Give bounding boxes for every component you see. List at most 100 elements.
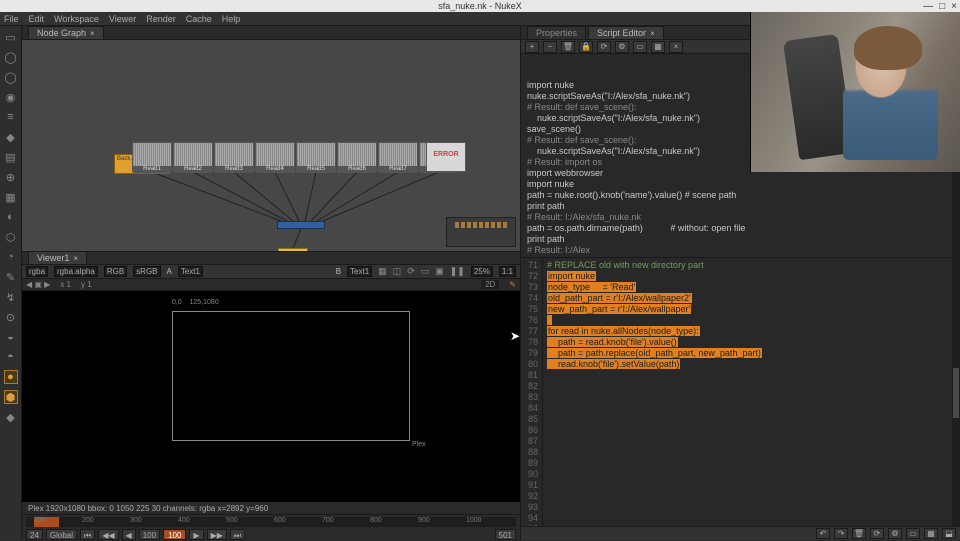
tool-icon[interactable]: ◆ <box>4 130 18 144</box>
toolbar-icon[interactable]: ▦ <box>924 528 938 539</box>
close-button[interactable]: × <box>951 1 957 12</box>
minimap[interactable] <box>446 217 516 247</box>
read-node[interactable]: Read3 <box>214 142 254 172</box>
tool-icon[interactable]: ↯ <box>4 290 18 304</box>
tab-viewer[interactable]: Viewer1× <box>28 251 87 264</box>
play-fwd-btn[interactable]: ▶ <box>189 529 203 540</box>
last-frame-btn[interactable]: ⏭ <box>230 529 245 540</box>
menu-edit[interactable]: Edit <box>29 14 45 24</box>
toolbar-icon[interactable]: 🗑 <box>852 528 866 539</box>
viewport[interactable]: 0,0 125,1080 Plex ➤ <box>22 291 520 502</box>
toolbar-icon[interactable]: ⚙ <box>615 41 629 53</box>
out-frame[interactable]: 501 <box>495 529 516 540</box>
toolbar-icon[interactable]: ⬓ <box>942 528 956 539</box>
prev-key-btn[interactable]: ◀◀ <box>98 529 118 540</box>
tool-icon[interactable]: ≡ <box>4 110 18 124</box>
view-mode[interactable]: 2D <box>481 280 499 289</box>
read-node[interactable]: Read4 <box>255 142 295 172</box>
maximize-button[interactable]: □ <box>939 1 945 12</box>
tab-nodegraph[interactable]: Node Graph× <box>28 26 104 39</box>
tool-icon[interactable]: ⬡ <box>4 230 18 244</box>
tab-properties[interactable]: Properties <box>527 26 586 39</box>
tool-icon[interactable]: ◓ <box>4 350 18 364</box>
read-node[interactable]: Read2 <box>173 142 213 172</box>
tool-icon[interactable]: ⊙ <box>4 310 18 324</box>
read-node[interactable]: Read5 <box>296 142 336 172</box>
menu-cache[interactable]: Cache <box>186 14 212 24</box>
close-icon[interactable]: × <box>650 29 655 38</box>
viewer-icon[interactable]: ▦ <box>378 266 387 277</box>
toolbar-icon[interactable]: ▭ <box>633 41 647 53</box>
write-node[interactable]: Write1 <box>278 248 308 251</box>
menu-workspace[interactable]: Workspace <box>54 14 99 24</box>
node-graph[interactable]: Back... Read1Read2Read3Read4Read5Read6Re… <box>22 40 520 251</box>
toolbar-icon[interactable]: − <box>543 41 557 53</box>
tool-icon[interactable]: ▦ <box>4 190 18 204</box>
tool-icon[interactable]: ◆ <box>4 410 18 424</box>
script-editor[interactable]: 7172737475767778798081828384858687888990… <box>521 258 960 526</box>
read-node-error[interactable]: ERROR <box>426 142 466 172</box>
toolbar-icon[interactable]: ⚙ <box>888 528 902 539</box>
tool-icon[interactable]: ✎ <box>4 270 18 284</box>
contact-sheet-node[interactable] <box>277 221 325 229</box>
fps-field[interactable]: 24 <box>26 529 43 540</box>
colorspace-select[interactable]: RGB <box>104 266 127 277</box>
toolbar-icon[interactable]: ⟳ <box>597 41 611 53</box>
tool-icon[interactable]: ◐ <box>4 210 18 224</box>
menu-render[interactable]: Render <box>146 14 176 24</box>
b-input[interactable]: Text1 <box>347 266 372 277</box>
tool-icon[interactable]: ▤ <box>4 150 18 164</box>
toolbar-icon[interactable]: ↶ <box>816 528 830 539</box>
close-icon[interactable]: × <box>90 29 95 38</box>
close-icon[interactable]: × <box>73 254 78 263</box>
menu-file[interactable]: File <box>4 14 19 24</box>
toolbar-icon[interactable]: × <box>669 41 683 53</box>
menu-help[interactable]: Help <box>222 14 241 24</box>
pencil-icon[interactable]: ✎ <box>509 280 516 289</box>
output-line: # Result: I:/Alex/sfa_nuke.nk <box>527 212 954 223</box>
tool-icon[interactable]: ◔ <box>4 250 18 264</box>
channel-select[interactable]: rgba <box>26 266 48 277</box>
alpha-select[interactable]: rgba.alpha <box>54 266 98 277</box>
viewer-icon[interactable]: ▣ <box>435 266 444 277</box>
pause-icon[interactable]: ❚❚ <box>450 266 465 277</box>
menu-viewer[interactable]: Viewer <box>109 14 136 24</box>
timeline-ruler[interactable]: 1002003004005006007008009001000 <box>26 517 516 527</box>
tool-icon[interactable]: ◯ <box>4 70 18 84</box>
toolbar-icon[interactable]: ↷ <box>834 528 848 539</box>
toolbar-icon[interactable]: ▭ <box>906 528 920 539</box>
read-node[interactable]: Read6 <box>337 142 377 172</box>
first-frame-btn[interactable]: ⏮ <box>80 529 95 540</box>
tool-icon[interactable]: ◯ <box>4 50 18 64</box>
current-frame[interactable]: 100 <box>163 529 186 540</box>
next-key-btn[interactable]: ▶▶ <box>207 529 227 540</box>
tool-icon[interactable]: ▭ <box>4 30 18 44</box>
code-area[interactable]: # REPLACE old with new directory partimp… <box>543 258 960 526</box>
viewer-icon[interactable]: ⟳ <box>407 266 415 277</box>
read-node[interactable]: Read1 <box>132 142 172 172</box>
toolbar-icon[interactable]: + <box>525 41 539 53</box>
viewer-icon[interactable]: ▭ <box>421 266 430 277</box>
in-frame[interactable]: 100 <box>139 529 160 540</box>
timeline[interactable]: 1002003004005006007008009001000 24 Globa… <box>22 514 520 540</box>
toolbar-icon[interactable]: 🔒 <box>579 41 593 53</box>
minimize-button[interactable]: — <box>923 1 933 12</box>
scrollbar[interactable] <box>952 258 960 526</box>
read-node[interactable]: Read7 <box>378 142 418 172</box>
a-input[interactable]: Text1 <box>178 266 203 277</box>
viewer-icon[interactable]: ◫ <box>393 266 402 277</box>
toolbar-icon[interactable]: ▦ <box>651 41 665 53</box>
zoom-field[interactable]: 25% <box>471 266 493 277</box>
tool-icon[interactable]: ⊕ <box>4 170 18 184</box>
tool-icon[interactable]: ◒ <box>4 330 18 344</box>
toolbar-icon[interactable]: 🗑 <box>561 41 575 53</box>
toolbar-icon[interactable]: ⟳ <box>870 528 884 539</box>
tool-icon[interactable]: ◉ <box>4 90 18 104</box>
play-rev-btn[interactable]: ◀ <box>122 529 136 540</box>
lut-select[interactable]: sRGB <box>133 266 160 277</box>
tool-icon[interactable]: ● <box>4 370 18 384</box>
scope-field[interactable]: Global <box>46 529 77 540</box>
ratio-field[interactable]: 1:1 <box>499 266 516 277</box>
tab-scripteditor[interactable]: Script Editor× <box>588 26 664 39</box>
tool-icon[interactable]: ⬢ <box>4 390 18 404</box>
